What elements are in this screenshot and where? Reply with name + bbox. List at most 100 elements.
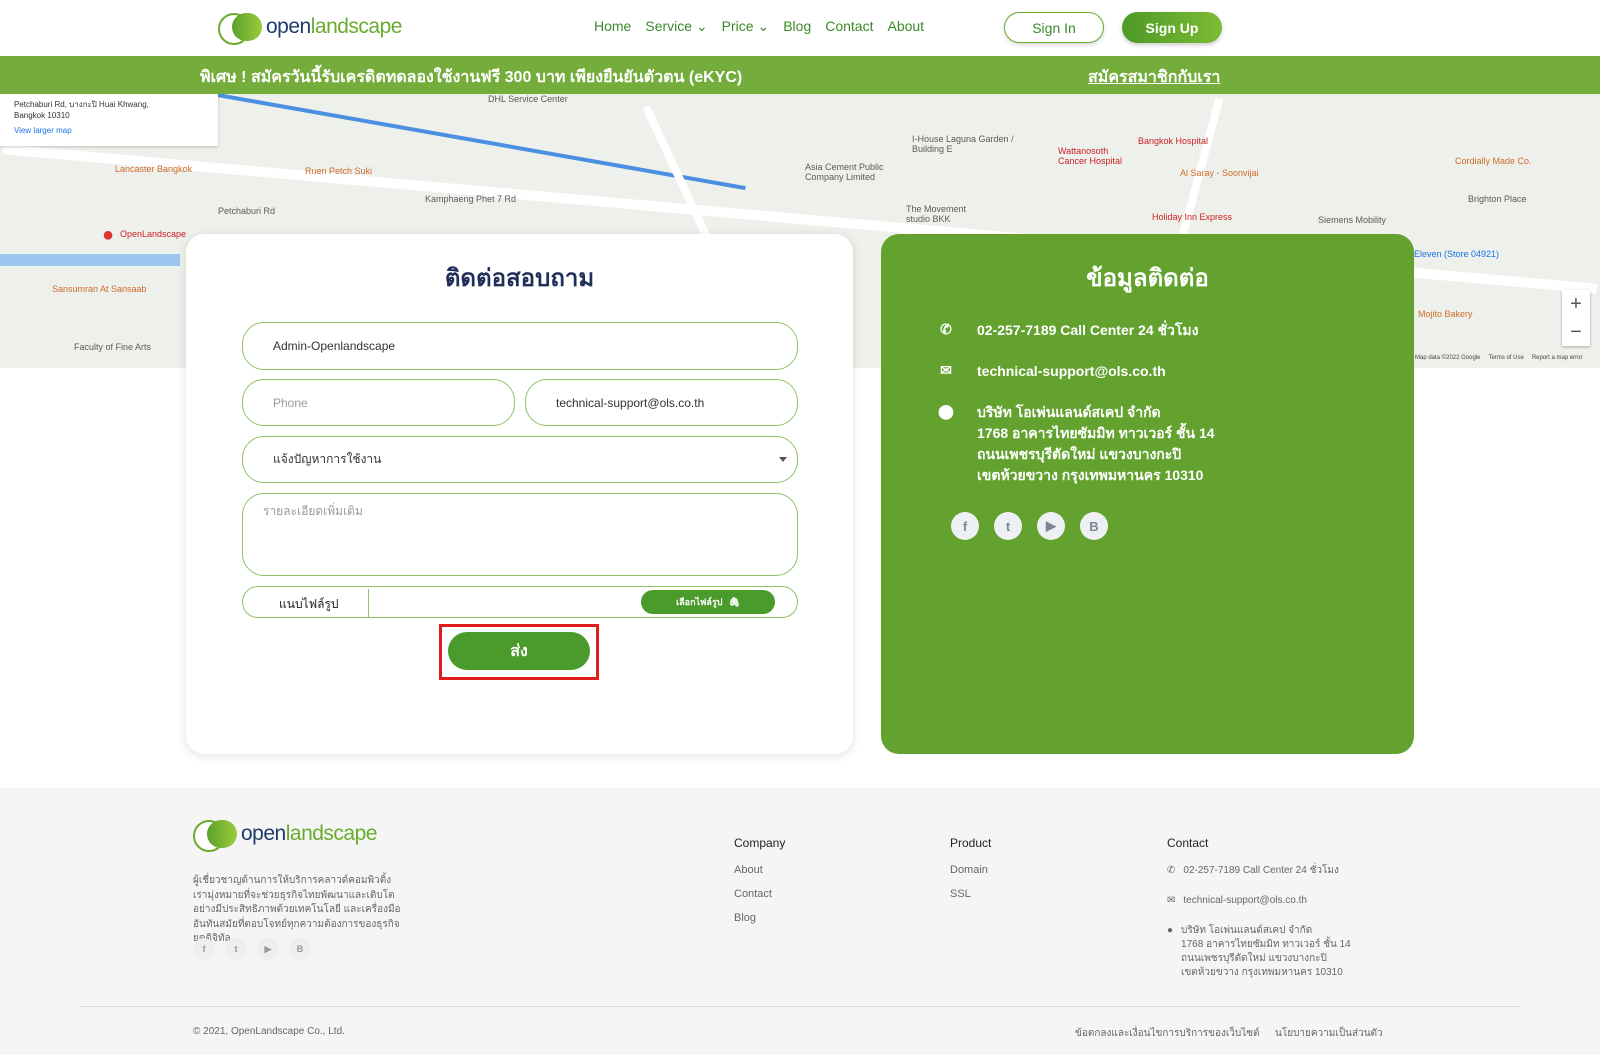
contact-address: ⬤ บริษัท โอเพ่นแลนด์สเคป จำกัด 1768 อาคา… <box>937 402 1215 486</box>
map-label: Asia Cement Public Company Limited <box>805 162 884 182</box>
main-menu: Home Service ⌄ Price ⌄ Blog Contact Abou… <box>594 18 924 35</box>
map-label: OpenLandscape <box>120 229 187 239</box>
choose-file-button[interactable]: เลือกไฟล์รูป 🖇 <box>641 590 775 614</box>
choose-file-label: เลือกไฟล์รูป <box>676 597 723 607</box>
sign-up-button[interactable]: Sign Up <box>1122 12 1222 43</box>
nav-service[interactable]: Service ⌄ <box>645 18 707 35</box>
footer-link-contact[interactable]: Contact <box>734 888 785 900</box>
submit-highlight: ส่ง <box>439 624 599 680</box>
map-label: Eleven (Store 04921) <box>1414 249 1500 259</box>
address-line: 1768 อาคารไทยซัมมิท ทาวเวอร์ ชั้น 14 <box>977 425 1215 441</box>
footer-logo[interactable]: openlandscape <box>193 820 378 852</box>
facebook-icon[interactable]: f <box>951 512 979 540</box>
footer-heading: Product <box>950 836 992 850</box>
promo-text: พิเศษ ! สมัครวันนี้รับเครดิตทดลองใช้งานฟ… <box>200 69 743 86</box>
map-label: Holiday Inn Express <box>1152 212 1233 222</box>
footer-heading: Contact <box>1167 836 1209 850</box>
address-line: เขตห้วยขวาง กรุงเทพมหานคร 10310 <box>1181 967 1343 978</box>
map-label: Ruen Petch Suki <box>305 166 373 176</box>
address-line: เขตห้วยขวาง กรุงเทพมหานคร 10310 <box>977 467 1204 483</box>
footer-email: technical-support@ols.co.th <box>1183 895 1307 906</box>
phone-input[interactable]: Phone <box>242 379 515 426</box>
dropdown-caret-icon <box>779 457 787 462</box>
submit-button[interactable]: ส่ง <box>448 632 590 670</box>
zoom-out-button[interactable]: − <box>1562 318 1590 346</box>
map-address: Petchaburi Rd, บางกะปิ Huai Khwang, Bang… <box>14 100 149 120</box>
blogger-icon[interactable]: B <box>289 938 311 960</box>
footer-link-domain[interactable]: Domain <box>950 864 991 876</box>
twitter-icon[interactable]: t <box>994 512 1022 540</box>
logo-text: open <box>241 822 286 845</box>
nav-about[interactable]: About <box>887 18 924 35</box>
map-label: Kamphaeng Phet 7 Rd <box>425 194 517 204</box>
name-input[interactable]: Admin-Openlandscape <box>242 322 798 370</box>
logo[interactable]: openlandscape <box>218 13 403 45</box>
attach-label: แนบไฟล์รูป <box>279 597 339 611</box>
nav-price-label: Price <box>721 18 754 34</box>
footer-divider <box>80 1006 1520 1007</box>
logo-text: open <box>266 15 311 38</box>
terms-link[interactable]: ข้อตกลงและเงื่อนไขการบริการของเว็บไซต์ <box>1075 1026 1260 1041</box>
map-report-link[interactable]: Report a map error <box>1532 355 1583 361</box>
chevron-down-icon: ⌄ <box>695 18 708 34</box>
footer-product: Product Domain SSL <box>950 836 991 912</box>
footer-company: Company About Contact Blog <box>734 836 785 936</box>
footer-phone: 02-257-7189 Call Center 24 ชั่วโมง <box>1183 865 1339 876</box>
map-label: Bangkok Hospital <box>1138 136 1209 146</box>
email-input[interactable]: technical-support@ols.co.th <box>525 379 798 426</box>
privacy-link[interactable]: นโยบายความเป็นส่วนตัว <box>1275 1026 1383 1041</box>
phone-text: 02-257-7189 Call Center 24 ชั่วโมง <box>977 322 1199 338</box>
address-line: ถนนเพชรบุรีตัดใหม่ แขวงบางกะปิ <box>977 446 1182 462</box>
map-label: Petchaburi Rd <box>218 206 276 216</box>
youtube-icon[interactable]: ▶ <box>1037 512 1065 540</box>
paperclip-icon: 🖇 <box>728 596 740 607</box>
top-nav: openlandscape Home Service ⌄ Price ⌄ Blo… <box>0 0 1600 56</box>
footer-heading: Company <box>734 836 786 850</box>
map-pin-icon[interactable]: ● <box>102 224 114 247</box>
view-larger-map-link[interactable]: View larger map <box>14 126 204 135</box>
location-pin-icon: ⬤ <box>938 402 954 419</box>
address-line: ถนนเพชรบุรีตัดใหม่ แขวงบางกะปิ <box>1181 953 1327 964</box>
map-data-text: Map data ©2022 Google <box>1415 355 1481 361</box>
contact-form-card: ติดต่อสอบถาม Admin-Openlandscape Phone t… <box>186 234 853 754</box>
footer-contact: Contact ✆ 02-257-7189 Call Center 24 ชั่ว… <box>1167 836 1351 994</box>
youtube-icon[interactable]: ▶ <box>257 938 279 960</box>
map-label: The Movement studio BKK <box>906 204 967 224</box>
email-text[interactable]: technical-support@ols.co.th <box>977 361 1166 382</box>
twitter-icon[interactable]: t <box>225 938 247 960</box>
logo-mark-icon <box>193 820 237 852</box>
blogger-icon[interactable]: B <box>1080 512 1108 540</box>
map-label: Brighton Place <box>1468 194 1527 204</box>
footer-social-links: f t ▶ B <box>193 938 311 960</box>
footer-link-ssl[interactable]: SSL <box>950 888 991 900</box>
sign-in-button[interactable]: Sign In <box>1004 12 1104 43</box>
contact-info-title: ข้อมูลติดต่อ <box>1086 265 1209 292</box>
zoom-in-button[interactable]: + <box>1562 290 1590 318</box>
topic-select[interactable]: แจ้งปัญหาการใช้งาน <box>242 436 798 483</box>
logo-text: landscape <box>310 15 403 38</box>
address-line: บริษัท โอเพ่นแลนด์สเคป จำกัด <box>977 404 1161 420</box>
footer-link-blog[interactable]: Blog <box>734 912 785 924</box>
form-title: ติดต่อสอบถาม <box>444 265 595 292</box>
footer-description: ผู้เชี่ยวชาญด้านการให้บริการคลาวด์คอมพิว… <box>193 875 401 944</box>
map-label: Siemens Mobility <box>1318 215 1387 225</box>
nav-service-label: Service <box>645 18 693 34</box>
nav-price[interactable]: Price ⌄ <box>722 18 770 35</box>
map-terms-link[interactable]: Terms of Use <box>1488 355 1523 361</box>
logo-text: landscape <box>285 822 378 845</box>
map-info-box: Petchaburi Rd, บางกะปิ Huai Khwang, Bang… <box>0 94 218 146</box>
footer-link-about[interactable]: About <box>734 864 785 876</box>
map-label: I-House Laguna Garden / Building E <box>912 134 1014 154</box>
nav-home[interactable]: Home <box>594 18 631 35</box>
promo-signup-link[interactable]: สมัครสมาชิกกับเรา <box>1088 65 1220 90</box>
mail-icon: ✉ <box>940 361 952 378</box>
contact-info-card: ข้อมูลติดต่อ ✆ 02-257-7189 Call Center 2… <box>881 234 1414 754</box>
chevron-down-icon: ⌄ <box>757 18 770 34</box>
facebook-icon[interactable]: f <box>193 938 215 960</box>
nav-blog[interactable]: Blog <box>783 18 811 35</box>
details-textarea[interactable]: รายละเอียดเพิ่มเติม <box>242 493 798 576</box>
nav-contact[interactable]: Contact <box>825 18 873 35</box>
address-line: 1768 อาคารไทยซัมมิท ทาวเวอร์ ชั้น 14 <box>1181 939 1351 950</box>
social-links: f t ▶ B <box>951 512 1108 540</box>
map-label: Lancaster Bangkok <box>115 164 193 174</box>
